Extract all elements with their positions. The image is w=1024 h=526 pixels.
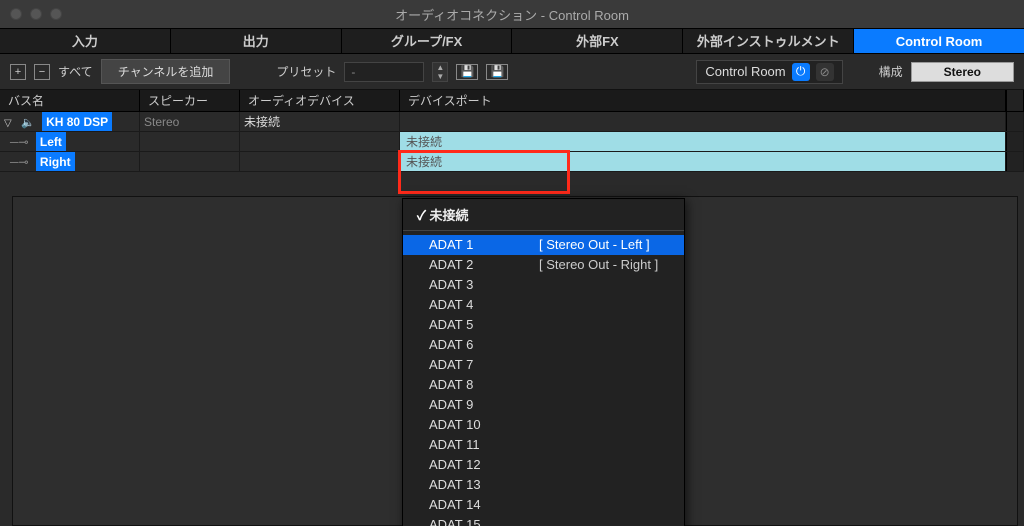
bus-name[interactable]: Right	[36, 152, 75, 171]
speaker-cell: Stereo	[140, 112, 240, 131]
table-header: バス名 スピーカー オーディオデバイス デバイスポート	[0, 90, 1024, 112]
minimize-icon[interactable]	[30, 8, 42, 20]
dropdown-item-port: ADAT 7	[429, 356, 539, 374]
tab-control-room[interactable]: Control Room	[854, 29, 1024, 53]
titlebar: オーディオコネクション - Control Room	[0, 0, 1024, 28]
connector-icon: ─⊸	[10, 135, 29, 149]
dropdown-item-port: ADAT 1	[429, 236, 539, 254]
dropdown-item-port: ADAT 4	[429, 296, 539, 314]
window-title: オーディオコネクション - Control Room	[0, 5, 1024, 24]
col-port[interactable]: デバイスポート	[400, 90, 1006, 111]
dropdown-item-port: ADAT 11	[429, 436, 539, 454]
delete-preset-icon[interactable]: 💾	[486, 64, 508, 80]
speaker-icon: 🔈	[21, 117, 35, 129]
connector-icon: ─⊸	[10, 155, 29, 169]
bus-cell[interactable]: ▽ 🔈 KH 80 DSP	[0, 112, 140, 131]
dropdown-item-port: ADAT 5	[429, 316, 539, 334]
bus-cell[interactable]: ─⊸ Right	[0, 152, 140, 171]
dropdown-item[interactable]: ADAT 13	[403, 475, 684, 495]
dropdown-item[interactable]: ADAT 11	[403, 435, 684, 455]
expand-all-icon[interactable]: +	[10, 64, 26, 80]
table-row[interactable]: ─⊸ Left 未接続	[0, 132, 1024, 152]
add-channel-button[interactable]: チャンネルを追加	[101, 59, 231, 84]
dropdown-item-port: ADAT 9	[429, 396, 539, 414]
control-room-status: Control Room ⏻ ⊘	[696, 60, 842, 84]
dropdown-item-note: [ Stereo Out - Right ]	[539, 256, 658, 274]
col-busname[interactable]: バス名	[0, 90, 140, 111]
dropdown-item-port: ADAT 15	[429, 516, 539, 526]
tab-bar: 入力 出力 グループ/FX 外部FX 外部インストゥルメント Control R…	[0, 28, 1024, 54]
dropdown-item[interactable]: ADAT 14	[403, 495, 684, 515]
dropdown-item-port: ADAT 12	[429, 456, 539, 474]
traffic-lights	[10, 8, 62, 20]
tab-output[interactable]: 出力	[171, 29, 342, 53]
table-body: ▽ 🔈 KH 80 DSP Stereo 未接続 ─⊸ Left 未接続	[0, 112, 1024, 172]
preset-spinner[interactable]: ▲▼	[432, 62, 448, 82]
dropdown-item-port: ADAT 8	[429, 376, 539, 394]
bus-name[interactable]: KH 80 DSP	[42, 112, 112, 131]
disclosure-triangle-icon[interactable]: ▽	[4, 118, 12, 129]
dropdown-item[interactable]: ADAT 8	[403, 375, 684, 395]
port-value[interactable]: 未接続	[400, 132, 1005, 151]
bus-cell[interactable]: ─⊸ Left	[0, 132, 140, 151]
dropdown-item-note: [ Stereo Out - Left ]	[539, 236, 650, 254]
bypass-icon[interactable]: ⊘	[816, 63, 834, 81]
window: オーディオコネクション - Control Room 入力 出力 グループ/FX…	[0, 0, 1024, 526]
collapse-all-icon[interactable]: −	[34, 64, 50, 80]
dropdown-item[interactable]: ADAT 15	[403, 515, 684, 526]
tab-externalfx[interactable]: 外部FX	[512, 29, 683, 53]
close-icon[interactable]	[10, 8, 22, 20]
toolbar: + − すべて チャンネルを追加 プリセット - ▲▼ 💾 💾 Control …	[0, 54, 1024, 90]
col-device[interactable]: オーディオデバイス	[240, 90, 400, 111]
port-value[interactable]: 未接続	[400, 152, 1005, 171]
dropdown-current[interactable]: 未接続	[403, 203, 684, 226]
dropdown-item[interactable]: ADAT 4	[403, 295, 684, 315]
dropdown-item-port: ADAT 3	[429, 276, 539, 294]
device-cell[interactable]: 未接続	[240, 112, 400, 131]
dropdown-item[interactable]: ADAT 3	[403, 275, 684, 295]
dropdown-item-port: ADAT 10	[429, 416, 539, 434]
bus-name[interactable]: Left	[36, 132, 66, 151]
col-scroll	[1006, 90, 1024, 111]
power-icon[interactable]: ⏻	[792, 63, 810, 81]
config-label: 構成	[879, 63, 903, 80]
config-value[interactable]: Stereo	[911, 62, 1014, 82]
cr-text: Control Room	[705, 64, 785, 79]
dropdown-item[interactable]: ADAT 10	[403, 415, 684, 435]
tab-groupfx[interactable]: グループ/FX	[342, 29, 513, 53]
table-row[interactable]: ─⊸ Right 未接続	[0, 152, 1024, 172]
save-preset-icon[interactable]: 💾	[456, 64, 478, 80]
dropdown-item-port: ADAT 2	[429, 256, 539, 274]
dropdown-item[interactable]: ADAT 1[ Stereo Out - Left ]	[403, 235, 684, 255]
preset-select[interactable]: -	[344, 62, 424, 82]
tab-external-instrument[interactable]: 外部インストゥルメント	[683, 29, 854, 53]
dropdown-separator	[403, 230, 684, 231]
dropdown-item[interactable]: ADAT 2[ Stereo Out - Right ]	[403, 255, 684, 275]
dropdown-item-port: ADAT 14	[429, 496, 539, 514]
zoom-icon[interactable]	[50, 8, 62, 20]
dropdown-item[interactable]: ADAT 12	[403, 455, 684, 475]
table-row[interactable]: ▽ 🔈 KH 80 DSP Stereo 未接続	[0, 112, 1024, 132]
dropdown-item[interactable]: ADAT 9	[403, 395, 684, 415]
dropdown-item-port: ADAT 13	[429, 476, 539, 494]
col-speaker[interactable]: スピーカー	[140, 90, 240, 111]
port-cell[interactable]: 未接続	[400, 152, 1006, 171]
all-label: すべて	[58, 63, 93, 80]
dropdown-item[interactable]: ADAT 6	[403, 335, 684, 355]
dropdown-item[interactable]: ADAT 5	[403, 315, 684, 335]
port-cell	[400, 112, 1006, 131]
port-dropdown[interactable]: 未接続 ADAT 1[ Stereo Out - Left ]ADAT 2[ S…	[402, 198, 685, 526]
dropdown-item[interactable]: ADAT 7	[403, 355, 684, 375]
preset-label: プリセット	[276, 63, 336, 80]
dropdown-item-port: ADAT 6	[429, 336, 539, 354]
tab-input[interactable]: 入力	[0, 29, 171, 53]
port-cell[interactable]: 未接続	[400, 132, 1006, 151]
